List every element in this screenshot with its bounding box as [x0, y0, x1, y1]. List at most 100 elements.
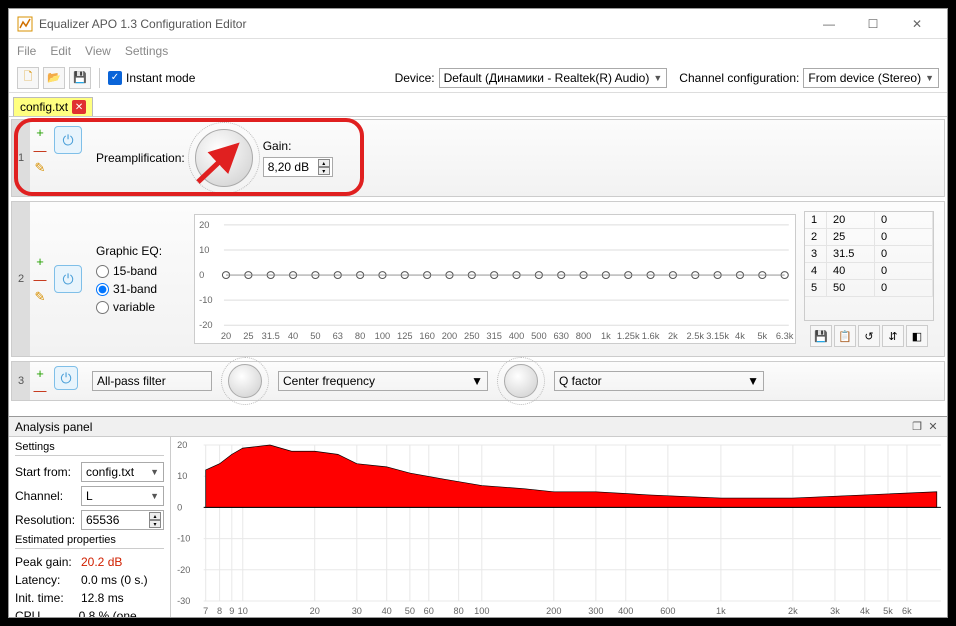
settings-header: Settings: [15, 441, 164, 456]
minimize-button[interactable]: —: [807, 10, 851, 38]
app-window: Equalizer APO 1.3 Configuration Editor —…: [8, 8, 948, 618]
open-file-button[interactable]: 📂: [43, 67, 65, 89]
table-norm-icon[interactable]: ◧: [906, 325, 928, 347]
add-button[interactable]: +: [32, 253, 48, 269]
table-row[interactable]: 1200: [805, 212, 933, 229]
tab-label: config.txt: [20, 100, 68, 114]
response-chart[interactable]: 20100-10-20-3078910203040506080100200300…: [171, 437, 947, 617]
cf-knob[interactable]: [228, 364, 262, 398]
freq-table[interactable]: 12002250331.5044005500: [804, 211, 934, 321]
svg-text:200: 200: [442, 331, 458, 341]
spin-down-icon[interactable]: ▾: [149, 520, 161, 528]
instant-mode-toggle[interactable]: ✓ Instant mode: [108, 71, 195, 85]
undock-icon[interactable]: ❐: [909, 419, 925, 435]
gain-knob[interactable]: [195, 129, 253, 187]
start-label: Start from:: [15, 465, 77, 479]
table-row[interactable]: 5500: [805, 280, 933, 297]
cf-dropdown[interactable]: Center frequency▼: [278, 371, 488, 391]
close-button[interactable]: ✕: [895, 10, 939, 38]
svg-text:0: 0: [199, 270, 204, 280]
remove-button[interactable]: —: [32, 142, 48, 158]
filter-row-graphiceq: 2 + — ✎ ⏻ Graphic EQ: 15-band 31-band va…: [11, 201, 945, 357]
est-header: Estimated properties: [15, 534, 164, 549]
separator: [99, 68, 100, 88]
graphiceq-label: Graphic EQ:: [96, 244, 186, 258]
new-file-button[interactable]: 🗋: [17, 67, 39, 89]
svg-text:600: 600: [660, 606, 675, 616]
menu-view[interactable]: View: [85, 44, 111, 58]
file-tab[interactable]: config.txt ✕: [13, 97, 93, 116]
svg-text:63: 63: [333, 331, 343, 341]
save-button[interactable]: 💾: [69, 67, 91, 89]
svg-text:20: 20: [177, 440, 187, 450]
chevron-down-icon: ▼: [747, 374, 759, 388]
add-button[interactable]: +: [32, 366, 48, 381]
row-controls: + — ✎: [30, 202, 50, 356]
table-row[interactable]: 331.50: [805, 246, 933, 263]
table-copy-icon[interactable]: 📋: [834, 325, 856, 347]
table-row[interactable]: 2250: [805, 229, 933, 246]
resolution-label: Resolution:: [15, 513, 77, 527]
table-save-icon[interactable]: 💾: [810, 325, 832, 347]
chancfg-dropdown[interactable]: From device (Stereo) ▼: [803, 68, 939, 88]
svg-text:30: 30: [352, 606, 362, 616]
spin-down-icon[interactable]: ▾: [318, 167, 330, 175]
add-button[interactable]: +: [32, 124, 48, 140]
svg-text:1.25k: 1.25k: [617, 331, 640, 341]
svg-text:-10: -10: [199, 295, 212, 305]
svg-text:4k: 4k: [735, 331, 745, 341]
svg-text:2k: 2k: [668, 331, 678, 341]
svg-text:160: 160: [419, 331, 435, 341]
edit-button[interactable]: ✎: [32, 160, 48, 176]
svg-text:40: 40: [382, 606, 392, 616]
row-number: 3: [12, 362, 30, 400]
menu-file[interactable]: File: [17, 44, 36, 58]
table-reset-icon[interactable]: ↺: [858, 325, 880, 347]
channel-dropdown[interactable]: L▼: [81, 486, 164, 506]
svg-text:9: 9: [229, 606, 234, 616]
svg-text:6.3k: 6.3k: [776, 331, 794, 341]
row-controls: + —: [30, 362, 50, 400]
spin-up-icon[interactable]: ▴: [149, 512, 161, 520]
chevron-down-icon: ▼: [653, 73, 662, 83]
svg-text:-20: -20: [177, 565, 190, 575]
filter-type-dropdown[interactable]: All-pass filter: [92, 371, 212, 391]
edit-button[interactable]: ✎: [32, 289, 48, 305]
radio-15band[interactable]: 15-band: [96, 264, 186, 278]
svg-text:31.5: 31.5: [262, 331, 280, 341]
instant-mode-label: Instant mode: [126, 71, 195, 85]
cpu-value: 0.8 % (one core): [79, 609, 164, 618]
table-invert-icon[interactable]: ⇵: [882, 325, 904, 347]
radio-variable[interactable]: variable: [96, 300, 186, 314]
device-dropdown[interactable]: Default (Динамики - Realtek(R) Audio) ▼: [439, 68, 668, 88]
q-dropdown[interactable]: Q factor▼: [554, 371, 764, 391]
power-button[interactable]: ⏻: [54, 126, 82, 154]
toolbar: 🗋 📂 💾 ✓ Instant mode Device: Default (Ди…: [9, 63, 947, 93]
radio-31band[interactable]: 31-band: [96, 282, 186, 296]
maximize-button[interactable]: ☐: [851, 10, 895, 38]
spin-up-icon[interactable]: ▴: [318, 159, 330, 167]
svg-text:-10: -10: [177, 534, 190, 544]
svg-text:2.5k: 2.5k: [686, 331, 704, 341]
tab-close-icon[interactable]: ✕: [72, 100, 86, 114]
start-dropdown[interactable]: config.txt▼: [81, 462, 164, 482]
svg-text:0: 0: [177, 502, 182, 512]
svg-text:50: 50: [310, 331, 320, 341]
remove-button[interactable]: —: [32, 271, 48, 287]
latency-value: 0.0 ms (0 s.): [81, 573, 148, 587]
svg-text:3.15k: 3.15k: [706, 331, 729, 341]
close-panel-icon[interactable]: ✕: [925, 419, 941, 435]
gain-spinner[interactable]: 8,20 dB ▴▾: [263, 157, 333, 177]
menu-settings[interactable]: Settings: [125, 44, 168, 58]
eq-graph[interactable]: 20100-10-20202531.5405063801001251602002…: [194, 214, 796, 344]
svg-text:50: 50: [405, 606, 415, 616]
menu-edit[interactable]: Edit: [50, 44, 71, 58]
resolution-spinner[interactable]: 65536▴▾: [81, 510, 164, 530]
table-row[interactable]: 4400: [805, 263, 933, 280]
power-button[interactable]: ⏻: [54, 366, 78, 390]
q-knob[interactable]: [504, 364, 538, 398]
remove-button[interactable]: —: [32, 383, 48, 398]
svg-text:5k: 5k: [883, 606, 893, 616]
svg-text:630: 630: [553, 331, 569, 341]
power-button[interactable]: ⏻: [54, 265, 82, 293]
